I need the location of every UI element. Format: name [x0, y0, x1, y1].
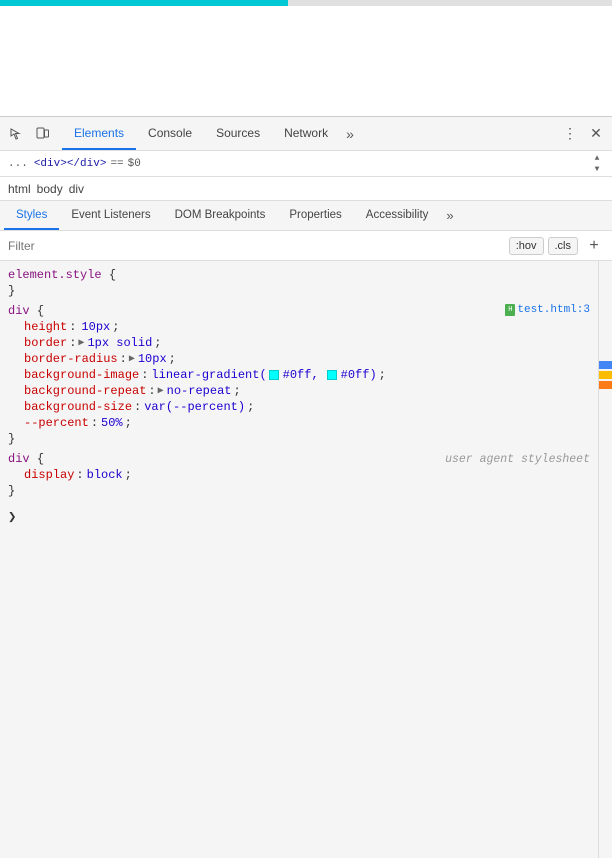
filter-buttons: :hov .cls: [509, 237, 578, 255]
subtabs-bar: Styles Event Listeners DOM Breakpoints P…: [0, 201, 612, 231]
gutter-strip-blue: [599, 361, 612, 369]
gutter-strip-yellow: [599, 371, 612, 379]
tab-elements[interactable]: Elements: [62, 117, 136, 150]
css-prop-border: border : ▶ 1px solid ;: [0, 335, 598, 351]
path-bar: html body div: [0, 177, 612, 201]
user-agent-label: user agent stylesheet: [445, 453, 590, 466]
subtab-properties[interactable]: Properties: [277, 201, 353, 230]
gutter-spacer: [599, 261, 612, 361]
devtools-panel: Elements Console Sources Network » ⋮ ✕ .…: [0, 116, 612, 858]
div-rule-close: }: [0, 431, 598, 447]
breadcrumb-equals: ==: [110, 158, 123, 170]
subtab-event-listeners[interactable]: Event Listeners: [59, 201, 162, 230]
css-content: element.style { } div { H test.html:3: [0, 261, 598, 858]
border-expand[interactable]: ▶: [78, 337, 84, 349]
css-prop-background-repeat: background-repeat : ▶ no-repeat ;: [0, 383, 598, 399]
breadcrumb-tag[interactable]: <div></div>: [34, 158, 107, 170]
element-style-selector[interactable]: element.style {: [0, 267, 598, 283]
css-area: element.style { } div { H test.html:3: [0, 261, 612, 858]
breadcrumb-dollar: $0: [128, 158, 141, 170]
close-icon[interactable]: ✕: [584, 122, 608, 146]
breadcrumb-dots: ...: [8, 158, 28, 170]
more-tabs-button[interactable]: »: [340, 117, 360, 150]
breadcrumb-bar: ... <div></div> == $0 ▲ ▼: [0, 151, 612, 177]
subtab-dom-breakpoints[interactable]: DOM Breakpoints: [163, 201, 278, 230]
cursor-pointer: ❯: [8, 510, 16, 526]
color-swatch-2[interactable]: [327, 370, 337, 380]
div-rule: div { H test.html:3 height : 10px: [0, 301, 598, 449]
bg-repeat-expand[interactable]: ▶: [158, 385, 164, 397]
toolbar-icons: [4, 122, 62, 146]
browser-page: [0, 6, 612, 116]
menu-icon[interactable]: ⋮: [558, 122, 582, 146]
subtabs-more-button[interactable]: »: [440, 201, 459, 230]
tab-network[interactable]: Network: [272, 117, 340, 150]
div-selector[interactable]: div {: [8, 304, 44, 318]
scroll-up-btn[interactable]: ▲: [590, 153, 604, 163]
devtools-toolbar: Elements Console Sources Network » ⋮ ✕: [0, 117, 612, 151]
css-prop-background-size: background-size : var(--percent) ;: [0, 399, 598, 415]
device-icon[interactable]: [30, 122, 54, 146]
file-link-area: H test.html:3: [505, 304, 590, 316]
tab-sources[interactable]: Sources: [204, 117, 272, 150]
div-user-agent-rule: div { user agent stylesheet display : bl…: [0, 449, 598, 501]
div-ua-selector[interactable]: div {: [8, 452, 44, 466]
subtab-styles[interactable]: Styles: [4, 201, 59, 230]
element-style-close: }: [0, 283, 598, 299]
css-prop-display: display : block ;: [0, 467, 598, 483]
hov-button[interactable]: :hov: [509, 237, 544, 255]
path-item-body[interactable]: body: [37, 182, 63, 196]
path-item-div[interactable]: div: [69, 182, 84, 196]
filter-input[interactable]: [8, 239, 503, 253]
css-prop-height: height : 10px ;: [0, 319, 598, 335]
toolbar-tabs: Elements Console Sources Network »: [62, 117, 558, 150]
file-icon: H: [505, 304, 515, 316]
color-swatch-1[interactable]: [269, 370, 279, 380]
scroll-down-btn[interactable]: ▼: [590, 164, 604, 174]
css-prop-percent: --percent : 50% ;: [0, 415, 598, 431]
css-prop-background-image: background-image : linear-gradient( #0ff…: [0, 367, 598, 383]
subtab-accessibility[interactable]: Accessibility: [354, 201, 441, 230]
cls-button[interactable]: .cls: [548, 237, 579, 255]
div-ua-rule-close: }: [0, 483, 598, 499]
cursor-area: ❯: [0, 501, 598, 534]
element-style-rule: element.style { }: [0, 265, 598, 301]
path-item-html[interactable]: html: [8, 182, 31, 196]
tab-console[interactable]: Console: [136, 117, 204, 150]
file-link[interactable]: H test.html:3: [505, 304, 590, 316]
add-style-button[interactable]: +: [584, 236, 604, 256]
filter-bar: :hov .cls +: [0, 231, 612, 261]
gutter-strip-orange: [599, 381, 612, 389]
toolbar-right: ⋮ ✕: [558, 122, 608, 146]
right-gutter: [598, 261, 612, 858]
inspect-icon[interactable]: [4, 122, 28, 146]
border-radius-expand[interactable]: ▶: [129, 353, 135, 365]
css-prop-border-radius: border-radius : ▶ 10px ;: [0, 351, 598, 367]
breadcrumb-scroll[interactable]: ▲ ▼: [590, 153, 604, 174]
